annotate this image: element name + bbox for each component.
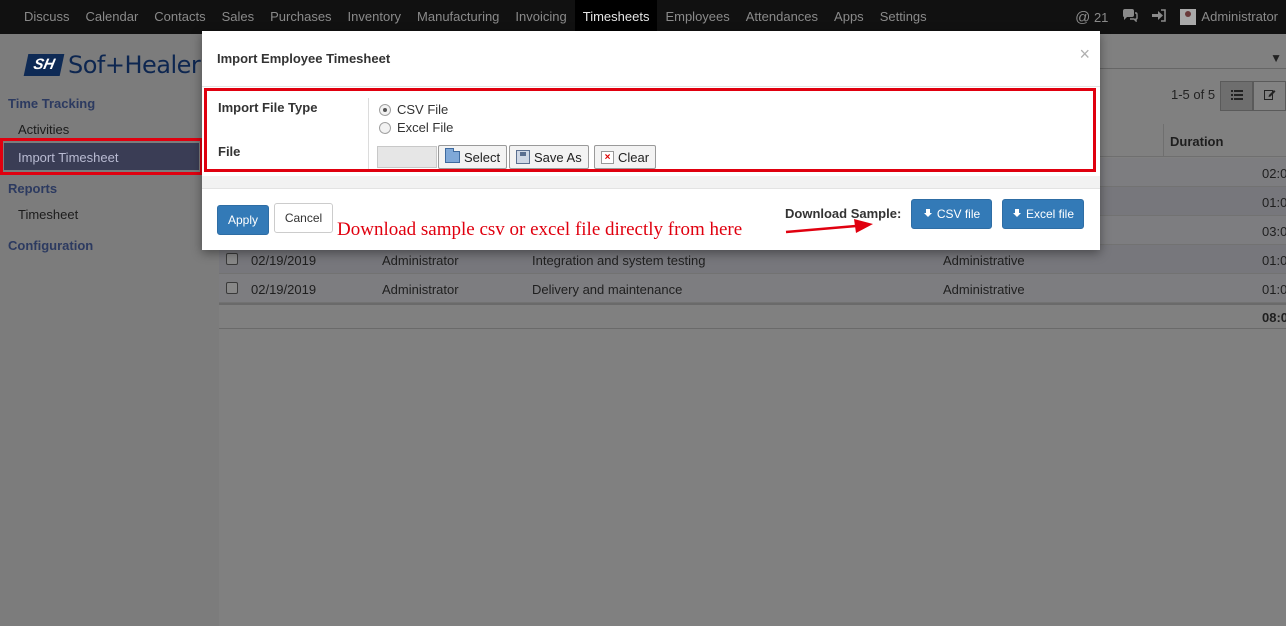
table-row[interactable]: 02/19/2019 Administrator Delivery and ma…	[219, 274, 1286, 303]
mentions-count: 21	[1093, 9, 1109, 25]
softhealer-logo: SH Sof+Healer	[23, 51, 201, 79]
sign-in-icon[interactable]	[1152, 9, 1167, 25]
menu-inventory[interactable]: Inventory	[340, 0, 409, 34]
sidebar-heading-time-tracking[interactable]: Time Tracking	[8, 96, 95, 111]
list-view-button[interactable]	[1220, 81, 1253, 111]
download-excel-label: Excel file	[1025, 207, 1075, 221]
total-row: 08:0	[219, 303, 1286, 329]
download-icon	[923, 209, 933, 219]
total-duration: 08:0	[1262, 310, 1286, 325]
list-icon	[1230, 90, 1243, 100]
apply-button[interactable]: Apply	[217, 205, 269, 235]
cancel-button[interactable]: Cancel	[274, 203, 333, 233]
menu-manufacturing[interactable]: Manufacturing	[409, 0, 507, 34]
menu-attendances[interactable]: Attendances	[738, 0, 826, 34]
menu-timesheets[interactable]: Timesheets	[574, 0, 658, 34]
avatar	[1180, 9, 1197, 26]
download-icon	[1012, 209, 1022, 219]
dialog-title: Import Employee Timesheet	[217, 51, 391, 66]
highlight-box-sidebar	[0, 138, 203, 175]
menu-sales[interactable]: Sales	[214, 0, 263, 34]
import-timesheet-dialog: Import Employee Timesheet × Import File …	[202, 31, 1100, 250]
chat-icon[interactable]	[1122, 9, 1139, 25]
download-csv-label: CSV file	[936, 207, 981, 221]
column-divider	[1163, 124, 1164, 157]
sidebar-heading-configuration[interactable]: Configuration	[8, 238, 93, 253]
dialog-body-footer	[202, 176, 1100, 189]
menu-apps[interactable]: Apps	[826, 0, 872, 34]
column-duration[interactable]: Duration	[1170, 134, 1223, 149]
user-name: Administrator	[1201, 8, 1278, 24]
search-input[interactable]: ▼	[1099, 43, 1286, 69]
highlight-box-form	[204, 88, 1096, 172]
cell-date: 02/19/2019	[251, 253, 317, 268]
caret-down-icon[interactable]: ▼	[1270, 51, 1282, 65]
logo-text: Sof+Healer	[68, 51, 201, 79]
user-menu[interactable]: Administrator	[1180, 9, 1278, 26]
row-checkbox[interactable]	[226, 253, 238, 265]
download-csv-button[interactable]: CSV file	[911, 199, 992, 229]
cell-project: Administrative	[943, 282, 1025, 297]
cell-duration: 01:0	[1262, 195, 1286, 210]
cell-duration: 02:0	[1262, 166, 1286, 181]
menu-calendar[interactable]: Calendar	[78, 0, 147, 34]
at-icon: @	[1075, 8, 1091, 26]
menu-discuss[interactable]: Discuss	[16, 0, 78, 34]
menu-employees[interactable]: Employees	[657, 0, 737, 34]
logo-mark-icon: SH	[23, 54, 65, 76]
download-excel-button[interactable]: Excel file	[1002, 199, 1084, 229]
cell-description: Integration and system testing	[532, 253, 706, 268]
menu-settings[interactable]: Settings	[872, 0, 935, 34]
mentions[interactable]: @ 21	[1075, 9, 1108, 26]
cell-project: Administrative	[943, 253, 1025, 268]
cell-duration: 03:0	[1262, 224, 1286, 239]
download-sample-label: Download Sample:	[785, 206, 902, 221]
menu-purchases[interactable]: Purchases	[262, 0, 339, 34]
sidebar: SH Sof+Healer Time Tracking Activities I…	[0, 34, 219, 626]
cell-duration: 01:0	[1262, 282, 1286, 297]
app-menu: Discuss Calendar Contacts Sales Purchase…	[0, 0, 935, 34]
cell-description: Delivery and maintenance	[532, 282, 683, 297]
close-icon[interactable]: ×	[1079, 45, 1090, 63]
edit-icon	[1263, 90, 1275, 100]
menu-contacts[interactable]: Contacts	[146, 0, 213, 34]
systray: @ 21 Administrator	[1075, 0, 1286, 34]
cell-date: 02/19/2019	[251, 282, 317, 297]
divider	[202, 86, 1100, 87]
cell-duration: 01:0	[1262, 253, 1286, 268]
sidebar-item-activities[interactable]: Activities	[18, 122, 69, 137]
sidebar-item-timesheet[interactable]: Timesheet	[18, 207, 78, 222]
sidebar-heading-reports[interactable]: Reports	[8, 181, 57, 196]
pager-value[interactable]: 1-5 of 5	[1171, 87, 1215, 102]
top-navbar: Discuss Calendar Contacts Sales Purchase…	[0, 0, 1286, 34]
annotation-text: Download sample csv or excel file direct…	[337, 219, 743, 240]
cell-user: Administrator	[382, 282, 459, 297]
grid-view-button[interactable]	[1253, 81, 1286, 111]
row-checkbox[interactable]	[226, 282, 238, 294]
menu-invoicing[interactable]: Invoicing	[507, 0, 574, 34]
cell-user: Administrator	[382, 253, 459, 268]
